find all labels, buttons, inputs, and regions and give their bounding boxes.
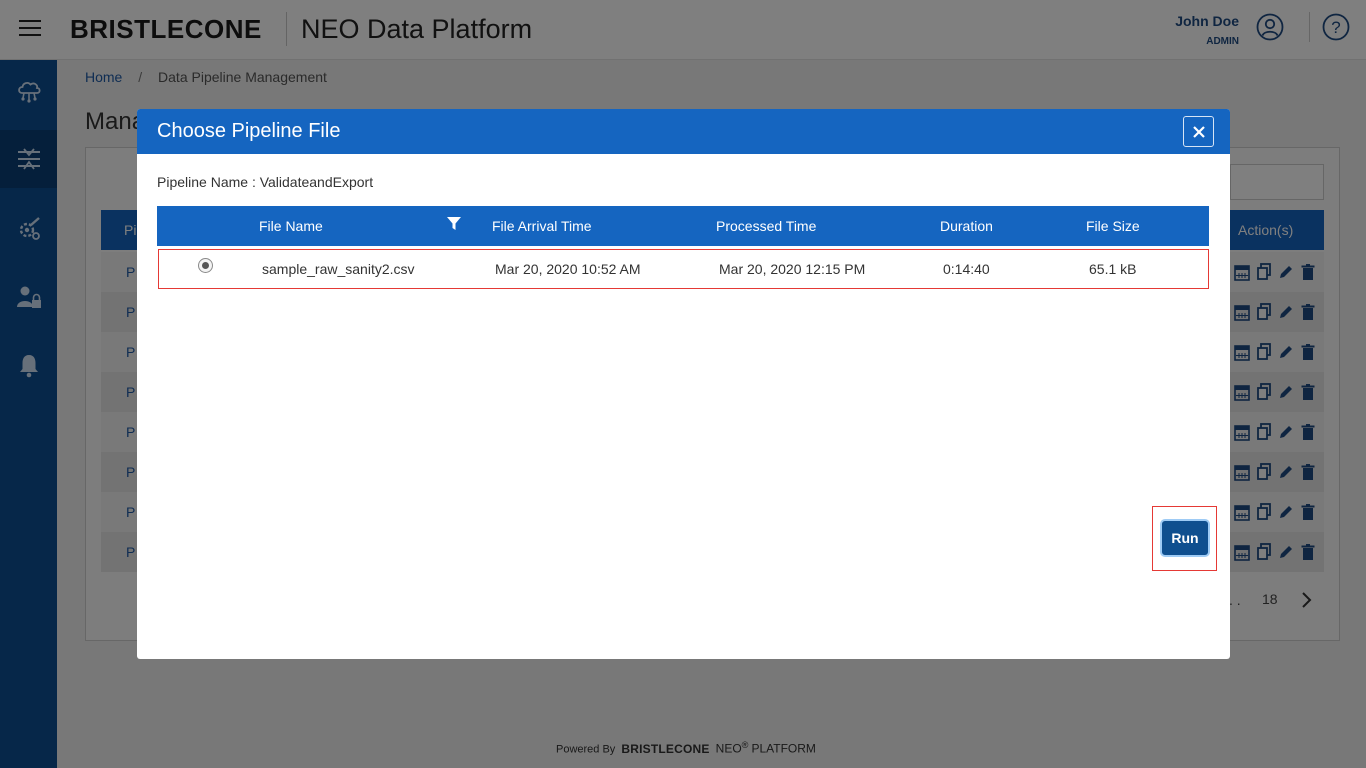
run-button[interactable]: Run	[1160, 519, 1210, 557]
filter-icon[interactable]	[447, 217, 461, 231]
file-name-cell: sample_raw_sanity2.csv	[262, 261, 415, 277]
modal-title: Choose Pipeline File	[157, 120, 341, 142]
col-duration[interactable]: Duration	[940, 218, 993, 234]
duration-cell: 0:14:40	[943, 261, 990, 277]
close-icon	[1192, 125, 1205, 138]
radio-selected-dot	[202, 262, 209, 269]
file-select-radio[interactable]	[198, 258, 213, 273]
modal-header: Choose Pipeline File	[137, 109, 1230, 154]
choose-pipeline-file-modal: Choose Pipeline File Pipeline Name : Val…	[137, 109, 1230, 659]
col-file-name[interactable]: File Name	[259, 218, 323, 234]
file-arrival-time-cell: Mar 20, 2020 10:52 AM	[495, 261, 641, 277]
processed-time-cell: Mar 20, 2020 12:15 PM	[719, 261, 866, 277]
col-file-size[interactable]: File Size	[1086, 218, 1140, 234]
file-table-header: File Name File Arrival Time Processed Ti…	[157, 206, 1209, 246]
file-table-row[interactable]: sample_raw_sanity2.csv Mar 20, 2020 10:5…	[158, 249, 1209, 289]
pipeline-name-label: Pipeline Name : ValidateandExport	[157, 174, 374, 190]
file-size-cell: 65.1 kB	[1089, 261, 1137, 277]
col-processed-time[interactable]: Processed Time	[716, 218, 816, 234]
col-file-arrival-time[interactable]: File Arrival Time	[492, 218, 592, 234]
modal-close-button[interactable]	[1183, 116, 1214, 147]
